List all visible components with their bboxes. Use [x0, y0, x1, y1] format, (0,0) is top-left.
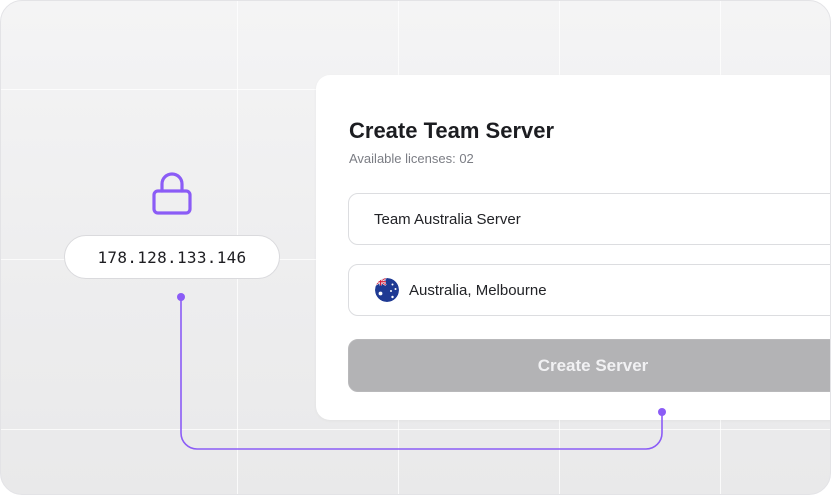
australia-flag-icon — [375, 278, 399, 302]
connector-dot-start — [177, 293, 185, 301]
ip-address-text: 178.128.133.146 — [97, 247, 247, 267]
server-name-value: Team Australia Server — [374, 210, 521, 228]
create-server-button[interactable]: Create Server — [348, 339, 830, 392]
server-name-input[interactable]: Team Australia Server — [348, 193, 830, 245]
location-value: Australia, Melbourne — [409, 281, 547, 299]
lock-icon — [152, 172, 192, 215]
ip-address-badge: 178.128.133.146 — [64, 235, 280, 279]
create-team-server-card: Create Team Server Available licenses: 0… — [316, 75, 830, 420]
licenses-available-text: Available licenses: 02 — [349, 151, 474, 166]
illustration-frame: 178.128.133.146 Create Team Server Avail… — [0, 0, 831, 495]
location-select[interactable]: Australia, Melbourne — [348, 264, 830, 316]
card-title: Create Team Server — [349, 118, 555, 143]
grid-line — [1, 429, 830, 430]
